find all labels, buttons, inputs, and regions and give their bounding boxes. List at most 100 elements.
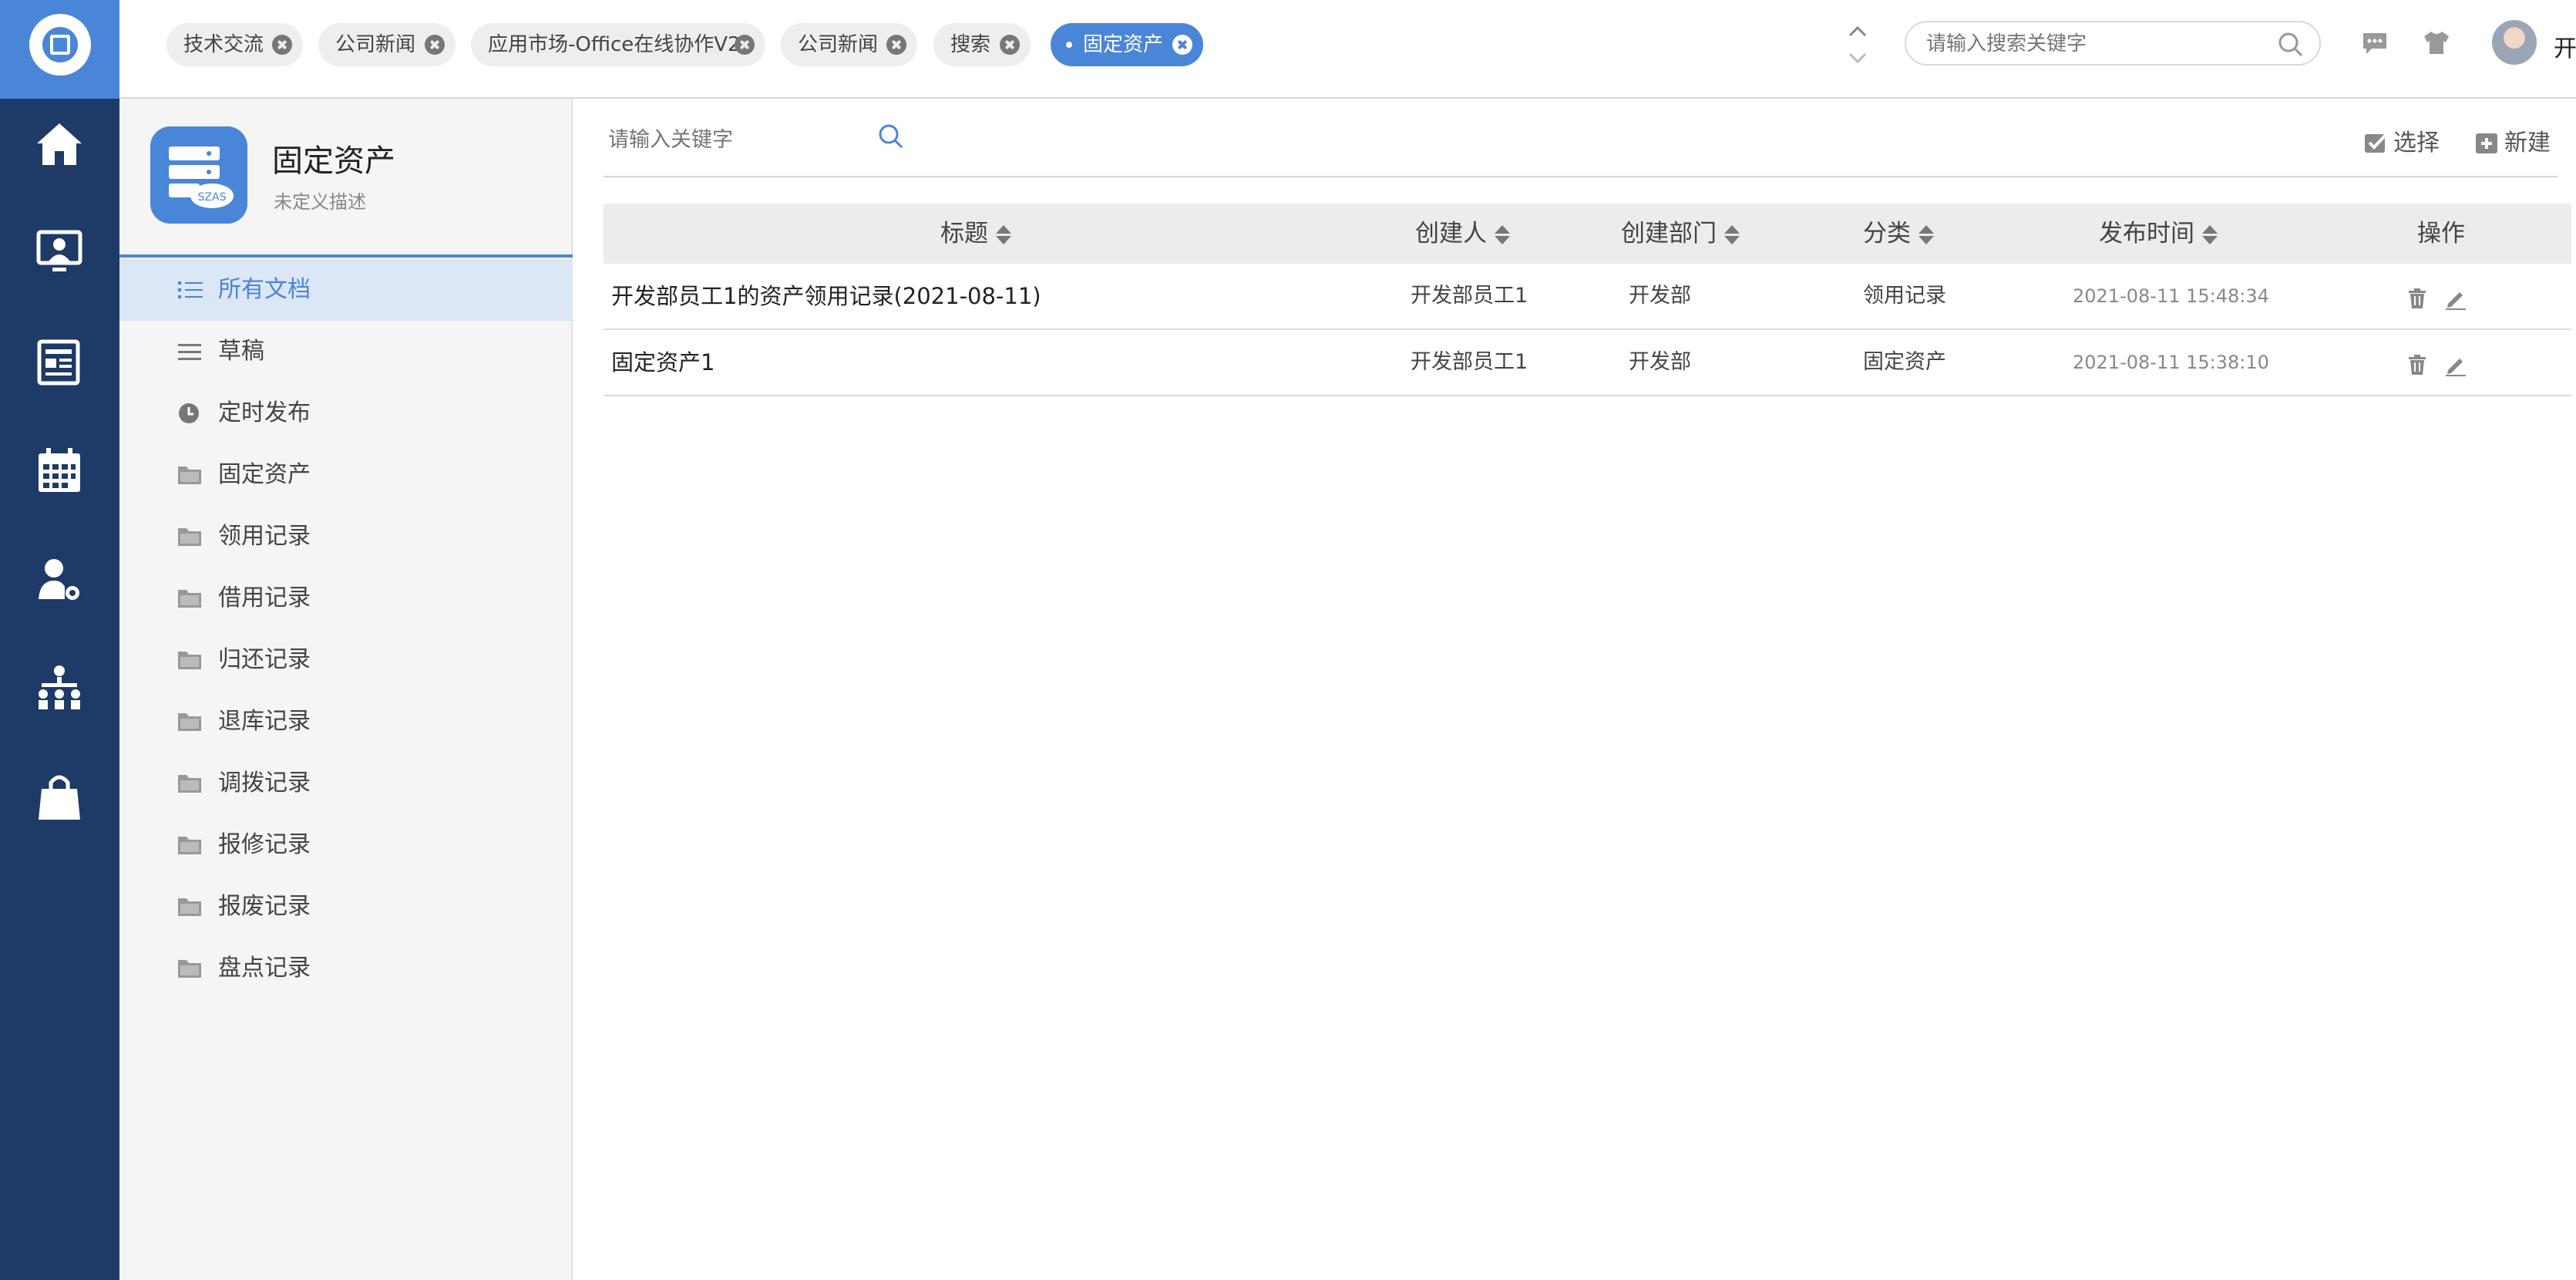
category-drafts[interactable]: 草稿 [119,321,573,382]
select-button[interactable]: 选择 [2364,123,2440,157]
category-scheduled-publish[interactable]: 定时发布 [119,382,573,444]
menu-icon [178,344,201,360]
keyword-search-input[interactable] [607,122,887,157]
cell-creator: 开发部员工1 [1411,284,1528,308]
edit-icon[interactable] [2444,287,2467,310]
table-row[interactable]: 开发部员工1的资产领用记录(2021-08-11) 开发部员工1 开发部 领用记… [604,264,2571,330]
username[interactable]: 开发部员工1 [2554,29,2576,63]
folder-icon [178,467,201,484]
global-search[interactable] [1905,21,2321,66]
nav-rail [0,0,119,1280]
tab-label: 公司新闻 [335,33,416,56]
folder-icon [178,528,201,546]
clock-icon [179,403,199,423]
org-chart-icon[interactable] [32,662,86,716]
column-header-publish-time[interactable]: 发布时间 [2099,204,2218,264]
category-fixed-assets[interactable]: 固定资产 [119,444,573,506]
calendar-icon[interactable] [32,444,86,498]
search-icon[interactable] [2278,32,2304,58]
folder-icon [178,898,201,916]
sort-icon [1495,224,1510,247]
category-all-documents[interactable]: 所有文档 [119,259,573,321]
close-icon[interactable] [425,35,445,55]
table-row[interactable]: 固定资产1 开发部员工1 开发部 固定资产 2021-08-11 15:38:1… [604,330,2571,396]
toolbar-divider [604,176,2558,177]
cell-title[interactable]: 固定资产1 [611,330,715,395]
top-bar: 技术交流 公司新闻 应用市场-Office在线协作V2 公司新闻 搜索 固定资产 [119,0,2576,99]
close-icon[interactable] [1000,35,1020,55]
category-panel: SZAS 固定资产 未定义描述 所有文档 草稿 定时发布 固定资产 领用记录 借… [119,99,573,1280]
tab-fixed-assets[interactable]: 固定资产 [1051,23,1203,66]
cell-creator: 开发部员工1 [1411,350,1528,374]
category-label: 盘点记录 [218,955,311,982]
column-header-title[interactable]: 标题 [940,204,1011,264]
category-return-records[interactable]: 归还记录 [119,629,573,691]
folder-icon [178,775,201,793]
newspaper-icon[interactable] [32,335,86,389]
category-transfer-records[interactable]: 调拨记录 [119,753,573,814]
new-button[interactable]: 新建 [2475,123,2551,157]
column-header-creator[interactable]: 创建人 [1415,204,1510,264]
logo-icon [29,14,91,76]
app-title: 固定资产 [272,143,395,179]
user-settings-icon[interactable] [32,553,86,607]
category-label: 所有文档 [218,276,311,303]
cell-title[interactable]: 开发部员工1的资产领用记录(2021-08-11) [611,264,1041,328]
category-borrow-records[interactable]: 借用记录 [119,568,573,629]
avatar[interactable] [2492,20,2537,65]
delete-icon[interactable] [2406,287,2429,310]
column-header-category[interactable]: 分类 [1863,204,1934,264]
category-label: 归还记录 [218,646,311,673]
home-icon[interactable] [32,117,86,171]
folder-icon [178,837,201,854]
tab-company-news[interactable]: 公司新闻 [318,23,456,66]
folder-icon [178,652,201,669]
shopping-bag-icon[interactable] [32,770,86,824]
category-label: 调拨记录 [218,770,311,797]
category-scrap-records[interactable]: 报废记录 [119,876,573,938]
list-icon [178,281,203,298]
app-description: 未定义描述 [274,191,366,213]
cell-category: 领用记录 [1863,284,1946,308]
tab-label: 技术交流 [183,33,264,56]
global-search-input[interactable] [1925,29,2267,59]
cell-category: 固定资产 [1863,350,1946,374]
category-label: 领用记录 [218,523,311,550]
active-dot-icon [1066,42,1072,48]
tab-label: 搜索 [950,33,991,56]
category-stock-return-records[interactable]: 退库记录 [119,691,573,753]
category-repair-records[interactable]: 报修记录 [119,814,573,876]
category-inventory-records[interactable]: 盘点记录 [119,938,573,999]
fixed-assets-app-icon: SZAS [150,126,247,224]
close-icon[interactable] [1172,35,1192,55]
edit-icon[interactable] [2444,353,2467,376]
message-icon[interactable] [2361,31,2389,56]
delete-icon[interactable] [2406,353,2429,376]
category-requisition-records[interactable]: 领用记录 [119,506,573,568]
close-icon[interactable] [272,35,292,55]
tab-company-news-2[interactable]: 公司新闻 [781,23,917,66]
documents-table: 标题 创建人 创建部门 分类 发布时间 操作 开发部员工1的资产领用记录(202… [604,204,2571,396]
tab-search[interactable]: 搜索 [933,23,1031,66]
new-label: 新建 [2504,130,2551,157]
tab-app-market[interactable]: 应用市场-Office在线协作V2 [471,23,765,66]
category-label: 定时发布 [218,399,311,426]
folder-icon [178,713,201,731]
close-icon[interactable] [735,35,755,55]
close-icon[interactable] [886,35,906,55]
scroll-tabs-icon[interactable] [1846,22,1869,68]
cell-publish-time: 2021-08-11 15:38:10 [2073,352,2269,373]
monitor-user-icon[interactable] [32,226,86,280]
table-header: 标题 创建人 创建部门 分类 发布时间 操作 [604,204,2571,264]
category-label: 草稿 [218,338,264,365]
cell-publish-time: 2021-08-11 15:48:34 [2073,285,2269,307]
app-logo[interactable] [0,0,119,99]
skin-icon[interactable] [2423,29,2450,56]
tab-label: 公司新闻 [798,33,879,56]
column-header-department[interactable]: 创建部门 [1621,204,1740,264]
panel-divider [119,254,573,258]
category-label: 退库记录 [218,708,311,735]
search-icon[interactable] [878,123,904,150]
tab-tech-exchange[interactable]: 技术交流 [166,23,303,66]
sort-icon [2202,224,2218,247]
